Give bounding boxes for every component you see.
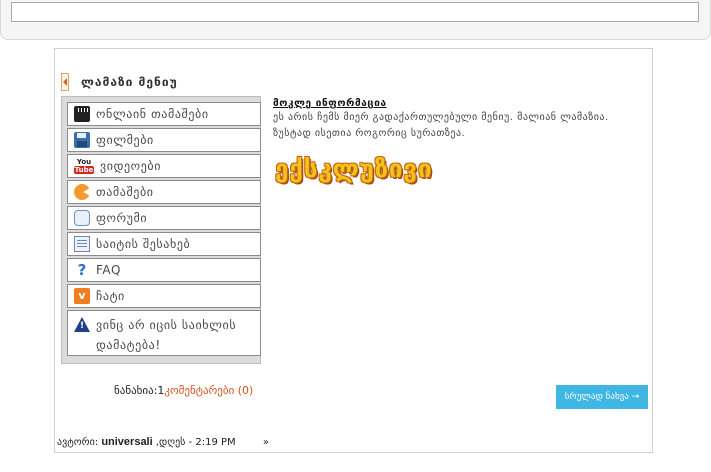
menu-item-videos[interactable]: You Tube ვიდეოები: [67, 154, 261, 178]
menu-item-label: ფორუმი: [96, 211, 148, 225]
views-comments-line: ნანახია:1კომენტარები (0): [114, 384, 253, 397]
read-more-button[interactable]: სრულად ნახვა →: [556, 385, 648, 409]
menu-item-label: თამაშები: [96, 185, 154, 199]
menu-item-forum[interactable]: ფორუმი: [67, 206, 261, 230]
info-text: ეს არის ჩემს მიერ გადაქართულებული მენიუ.…: [273, 112, 609, 139]
post-date: დღეს - 2:19 PM: [159, 437, 236, 448]
pacman-icon: [74, 184, 90, 200]
comments-link[interactable]: კომენტარები (0): [164, 384, 253, 397]
search-input[interactable]: [11, 2, 699, 22]
speech-bubble-icon: [74, 210, 90, 226]
post-block: ლამაზი მენიუ ონლაინ თამაშები ფილმები You…: [54, 48, 653, 453]
document-icon: [74, 236, 90, 252]
menu-item-label: ვიდეოები: [100, 159, 162, 173]
menu-item-chat[interactable]: v ჩატი: [67, 284, 261, 308]
menu-item-faq[interactable]: ? FAQ: [67, 258, 261, 282]
author-name[interactable]: universali: [101, 436, 152, 448]
menu-item-online-games[interactable]: ონლაინ თამაშები: [67, 102, 261, 126]
floppy-disk-icon: [74, 132, 90, 148]
menu-item-label: ჩატი: [96, 289, 125, 303]
menu-item-games[interactable]: თამაშები: [67, 180, 261, 204]
menu-item-movies[interactable]: ფილმები: [67, 128, 261, 152]
menu-item-label: ფილმები: [96, 133, 154, 147]
exclusive-banner: ექსკლუზივი: [275, 155, 433, 183]
raquo-icon[interactable]: »: [263, 437, 269, 448]
top-search-bar: [0, 0, 711, 40]
question-mark-icon: ?: [77, 261, 87, 279]
menu-item-label: ვინც არ იცის საიხლის დამატება!: [96, 318, 237, 352]
info-section: მოკლე ინფორმაცია ეს არის ჩემს მიერ გადაქ…: [273, 98, 643, 142]
info-heading: მოკლე ინფორმაცია: [273, 98, 387, 109]
youtube-icon: You Tube: [73, 158, 95, 174]
menu-item-add-help[interactable]: ! ვინც არ იცის საიხლის დამატება!: [67, 310, 261, 356]
post-footer: ავტორი: universali ,დღეს - 2:19 PM »: [57, 436, 269, 448]
menu-item-label: FAQ: [96, 263, 122, 277]
menu-panel: ონლაინ თამაშები ფილმები You Tube ვიდეოები…: [61, 96, 261, 364]
chat-icon: v: [74, 288, 90, 304]
post-title-text: ლამაზი მენიუ: [81, 75, 178, 89]
views-label: ნანახია:: [114, 384, 158, 397]
menu-item-label: ონლაინ თამაშები: [96, 107, 209, 121]
film-clapper-icon: [74, 106, 90, 122]
author-label: ავტორი:: [57, 437, 99, 448]
arrow-left-icon[interactable]: [61, 73, 69, 91]
menu-item-label: საიტის შესახებ: [96, 237, 191, 251]
post-title: ლამაზი მენიუ: [61, 73, 178, 91]
menu-item-about-site[interactable]: საიტის შესახებ: [67, 232, 261, 256]
warning-icon: !: [74, 317, 90, 333]
